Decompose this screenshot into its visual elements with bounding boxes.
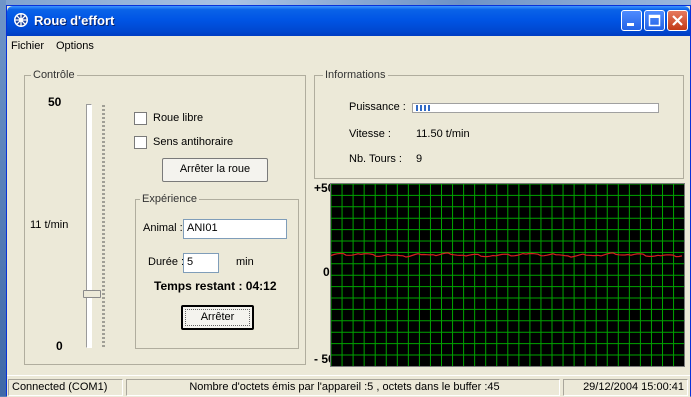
close-icon [672, 15, 683, 26]
status-message: Nombre d'octets émis par l'appareil :5 ,… [126, 379, 560, 396]
maximize-icon [648, 14, 661, 27]
close-button[interactable] [667, 10, 688, 31]
maximize-button[interactable] [644, 10, 665, 31]
puissance-label: Puissance : [349, 101, 406, 113]
animal-label: Animal : [143, 222, 183, 234]
status-connection: Connected (COM1) [8, 379, 123, 396]
menu-fichier[interactable]: Fichier [11, 40, 44, 52]
sens-antihoraire-label[interactable]: Sens antihoraire [153, 136, 233, 148]
tours-label: Nb. Tours : [349, 153, 402, 165]
status-bar: Connected (COM1) Nombre d'octets émis pa… [7, 375, 690, 397]
puissance-progress [412, 103, 659, 113]
scope-mid-label: 0 [323, 265, 330, 279]
experience-group: Expérience Animal : ANI01 Durée : 5 min … [135, 193, 299, 349]
animal-input[interactable]: ANI01 [183, 219, 287, 239]
controle-group-label: Contrôle [31, 69, 77, 81]
speed-label: 11 t/min [30, 219, 69, 231]
menu-bar: Fichier Options [7, 36, 690, 56]
informations-group: Informations Puissance : Vitesse : 11.50… [314, 69, 684, 179]
vitesse-value: 11.50 t/min [416, 128, 470, 140]
wheel-icon [14, 13, 28, 27]
vitesse-label: Vitesse : [349, 128, 391, 140]
roue-libre-checkbox[interactable] [134, 112, 147, 125]
status-datetime: 29/12/2004 15:00:41 [563, 379, 688, 396]
duree-unit: min [236, 256, 254, 268]
arreter-roue-button[interactable]: Arrêter la roue [162, 158, 268, 182]
app-window: Roue d'effort Fichier Options Contrôle 5… [6, 5, 691, 397]
menu-options[interactable]: Options [56, 40, 94, 52]
speed-slider-thumb[interactable] [83, 290, 101, 299]
tours-value: 9 [416, 153, 423, 165]
roue-libre-label[interactable]: Roue libre [153, 112, 203, 124]
slider-ticks [102, 105, 105, 347]
speed-oscilloscope [330, 183, 685, 367]
title-bar[interactable]: Roue d'effort [7, 6, 690, 36]
window-title: Roue d'effort [34, 13, 115, 28]
oscilloscope-plot [330, 183, 684, 366]
sens-antihoraire-checkbox[interactable] [134, 136, 147, 149]
slider-max-label: 50 [48, 95, 62, 109]
duree-label: Durée : [148, 256, 185, 268]
controle-group: Contrôle 50 11 t/min 0 Roue libre Sens a… [24, 69, 306, 365]
progress-fill [416, 105, 430, 111]
minimize-icon [627, 23, 634, 26]
button-focus-ring [185, 309, 250, 326]
speed-slider-track[interactable] [86, 104, 92, 348]
informations-group-label: Informations [323, 69, 388, 81]
temps-restant: Temps restant : 04:12 [154, 279, 277, 293]
minimize-button[interactable] [621, 10, 642, 31]
arreter-button[interactable]: Arrêter [181, 305, 254, 330]
duree-input[interactable]: 5 [183, 253, 219, 273]
experience-group-label: Expérience [140, 193, 200, 205]
slider-min-label: 0 [56, 339, 63, 353]
